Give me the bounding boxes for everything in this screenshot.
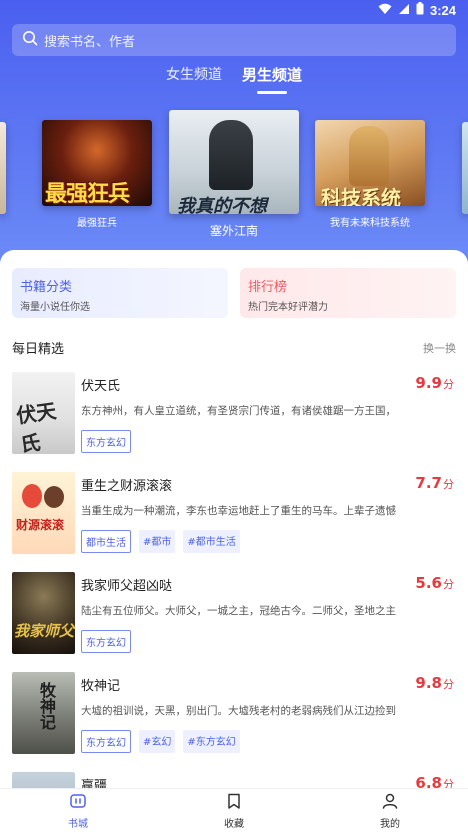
book-cover[interactable]: 伏天氏 [12,372,75,454]
book-item[interactable]: 伏天氏 伏天氏 9.9分 东方神州，有人皇立道统，有圣贤宗门传道，有诸侯雄踞一方… [12,372,456,472]
quick-links: 书籍分类 海量小说任你选 排行榜 热门完本好评潜力 [12,268,456,318]
carousel-cover[interactable]: 科技系统 [315,120,425,206]
bottom-navigation: 书城 收藏 我的 [0,788,468,832]
book-description: 当重生成为一种潮流，李东也幸运地赶上了重生的马车。上辈子遗憾 [81,505,396,517]
featured-carousel: 最强狂兵 我真的不想 科技系统 最强狂兵 塞外江南 我有未来科技系统 [0,108,468,248]
category-tag[interactable]: 东方玄幻 [81,730,131,753]
nav-bookstore[interactable]: 书城 [0,789,156,832]
nav-favorites[interactable]: 收藏 [156,789,312,832]
status-bar: 3:24 [0,0,468,20]
carousel-cover[interactable]: 最强狂兵 [42,120,152,206]
hashtag-tag[interactable]: #都市生活 [183,530,240,553]
book-score: 7.7分 [415,474,454,492]
card-subtitle: 热门完本好评潜力 [248,302,328,313]
hashtag-tag[interactable]: #玄幻 [139,730,176,753]
bookstore-icon [69,792,87,813]
header-background: 3:24 搜索书名、作者 女生频道 男生频道 最强狂兵 我真的不想 科技系统 最… [0,0,468,270]
book-title: 牧神记 [81,679,121,694]
book-cover[interactable]: 我家师父 [12,572,75,654]
profile-icon [381,792,399,813]
cover-title-art: 伏天氏 [14,398,58,454]
hashtag-tag[interactable]: #东方玄幻 [183,730,240,753]
book-cover[interactable]: 牧神记 [12,672,75,754]
carousel-book-title: 我有未来科技系统 [330,218,410,229]
book-score: 5.6分 [415,574,454,592]
cover-figure [22,484,42,508]
card-title: 书籍分类 [20,280,73,295]
daily-picks-header: 每日精选 换一换 [12,338,456,358]
cover-figure [44,486,64,508]
cover-title-art: 牧神记 [37,682,56,730]
book-title: 伏天氏 [81,379,121,394]
carousel-book-title: 塞外江南 [209,224,258,238]
channel-tabs: 女生频道 男生频道 [0,64,468,85]
ranking-card[interactable]: 排行榜 热门完本好评潜力 [240,268,456,318]
book-tags: 东方玄幻 [81,630,131,653]
card-subtitle: 海量小说任你选 [20,302,90,313]
cover-figure [349,126,389,186]
cover-title-art: 我家师父 [14,622,75,640]
book-score: 9.8分 [415,674,454,692]
refresh-button[interactable]: 换一换 [423,340,456,356]
battery-icon [416,2,424,18]
cover-title-art: 我真的不想 [177,196,267,214]
cover-figure [209,120,253,190]
category-tag[interactable]: 都市生活 [81,530,131,553]
nav-label: 书城 [68,818,88,830]
status-time: 3:24 [429,2,456,18]
card-title: 排行榜 [248,280,288,295]
search-icon [22,30,38,50]
signal-icon [398,3,410,18]
book-list: 伏天氏 伏天氏 9.9分 东方神州，有人皇立道统，有圣贤宗门传道，有诸侯雄踞一方… [12,372,456,790]
nav-profile[interactable]: 我的 [312,789,468,832]
carousel-cover-next[interactable] [462,122,468,214]
bookmark-icon [225,792,243,813]
book-title: 重生之财源滚滚 [81,479,173,494]
cover-title-art: 财源滚滚 [16,518,65,532]
book-score: 9.9分 [415,374,454,392]
book-item[interactable]: 我家师父 我家师父超凶哒 5.6分 陆尘有五位师父。大师父，一城之主，冠绝古今。… [12,572,456,672]
category-tag[interactable]: 东方玄幻 [81,630,131,653]
tab-male-channel[interactable]: 男生频道 [242,64,302,85]
book-tags: 东方玄幻 #玄幻 #东方玄幻 [81,730,240,753]
cover-title-art: 最强狂兵 [45,182,130,206]
carousel-cover-prev[interactable] [0,122,6,214]
section-title: 每日精选 [12,342,65,357]
category-tag[interactable]: 东方玄幻 [81,430,131,453]
book-item[interactable]: 财源滚滚 重生之财源滚滚 7.7分 当重生成为一种潮流，李东也幸运地赶上了重生的… [12,472,456,572]
hashtag-tag[interactable]: #都市 [139,530,176,553]
carousel-cover-center[interactable]: 我真的不想 [169,110,299,214]
search-placeholder: 搜索书名、作者 [44,34,136,50]
book-description: 大墟的祖训说，天黑，别出门。大墟残老村的老弱病残们从江边捡到 [81,705,396,717]
book-tags: 东方玄幻 [81,430,131,453]
book-tags: 都市生活 #都市 #都市生活 [81,530,240,553]
book-cover[interactable]: 财源滚滚 [12,472,75,554]
carousel-book-title: 最强狂兵 [77,218,117,229]
cover-title-art: 科技系统 [321,186,401,206]
search-bar[interactable]: 搜索书名、作者 [12,24,456,56]
book-description: 陆尘有五位师父。大师父，一城之主，冠绝古今。二师父，圣地之主 [81,605,396,617]
wifi-icon [378,3,392,18]
book-title: 我家师父超凶哒 [81,579,173,594]
book-item[interactable]: 牧神记 牧神记 9.8分 大墟的祖训说，天黑，别出门。大墟残老村的老弱病残们从江… [12,672,456,772]
content-panel: 书籍分类 海量小说任你选 排行榜 热门完本好评潜力 每日精选 换一换 伏天氏 伏… [0,250,468,790]
book-description: 东方神州，有人皇立道统，有圣贤宗门传道，有诸侯雄踞一方王国， [81,405,396,417]
tab-female-channel[interactable]: 女生频道 [166,64,222,85]
book-category-card[interactable]: 书籍分类 海量小说任你选 [12,268,228,318]
nav-label: 收藏 [224,818,244,830]
nav-label: 我的 [380,818,400,830]
